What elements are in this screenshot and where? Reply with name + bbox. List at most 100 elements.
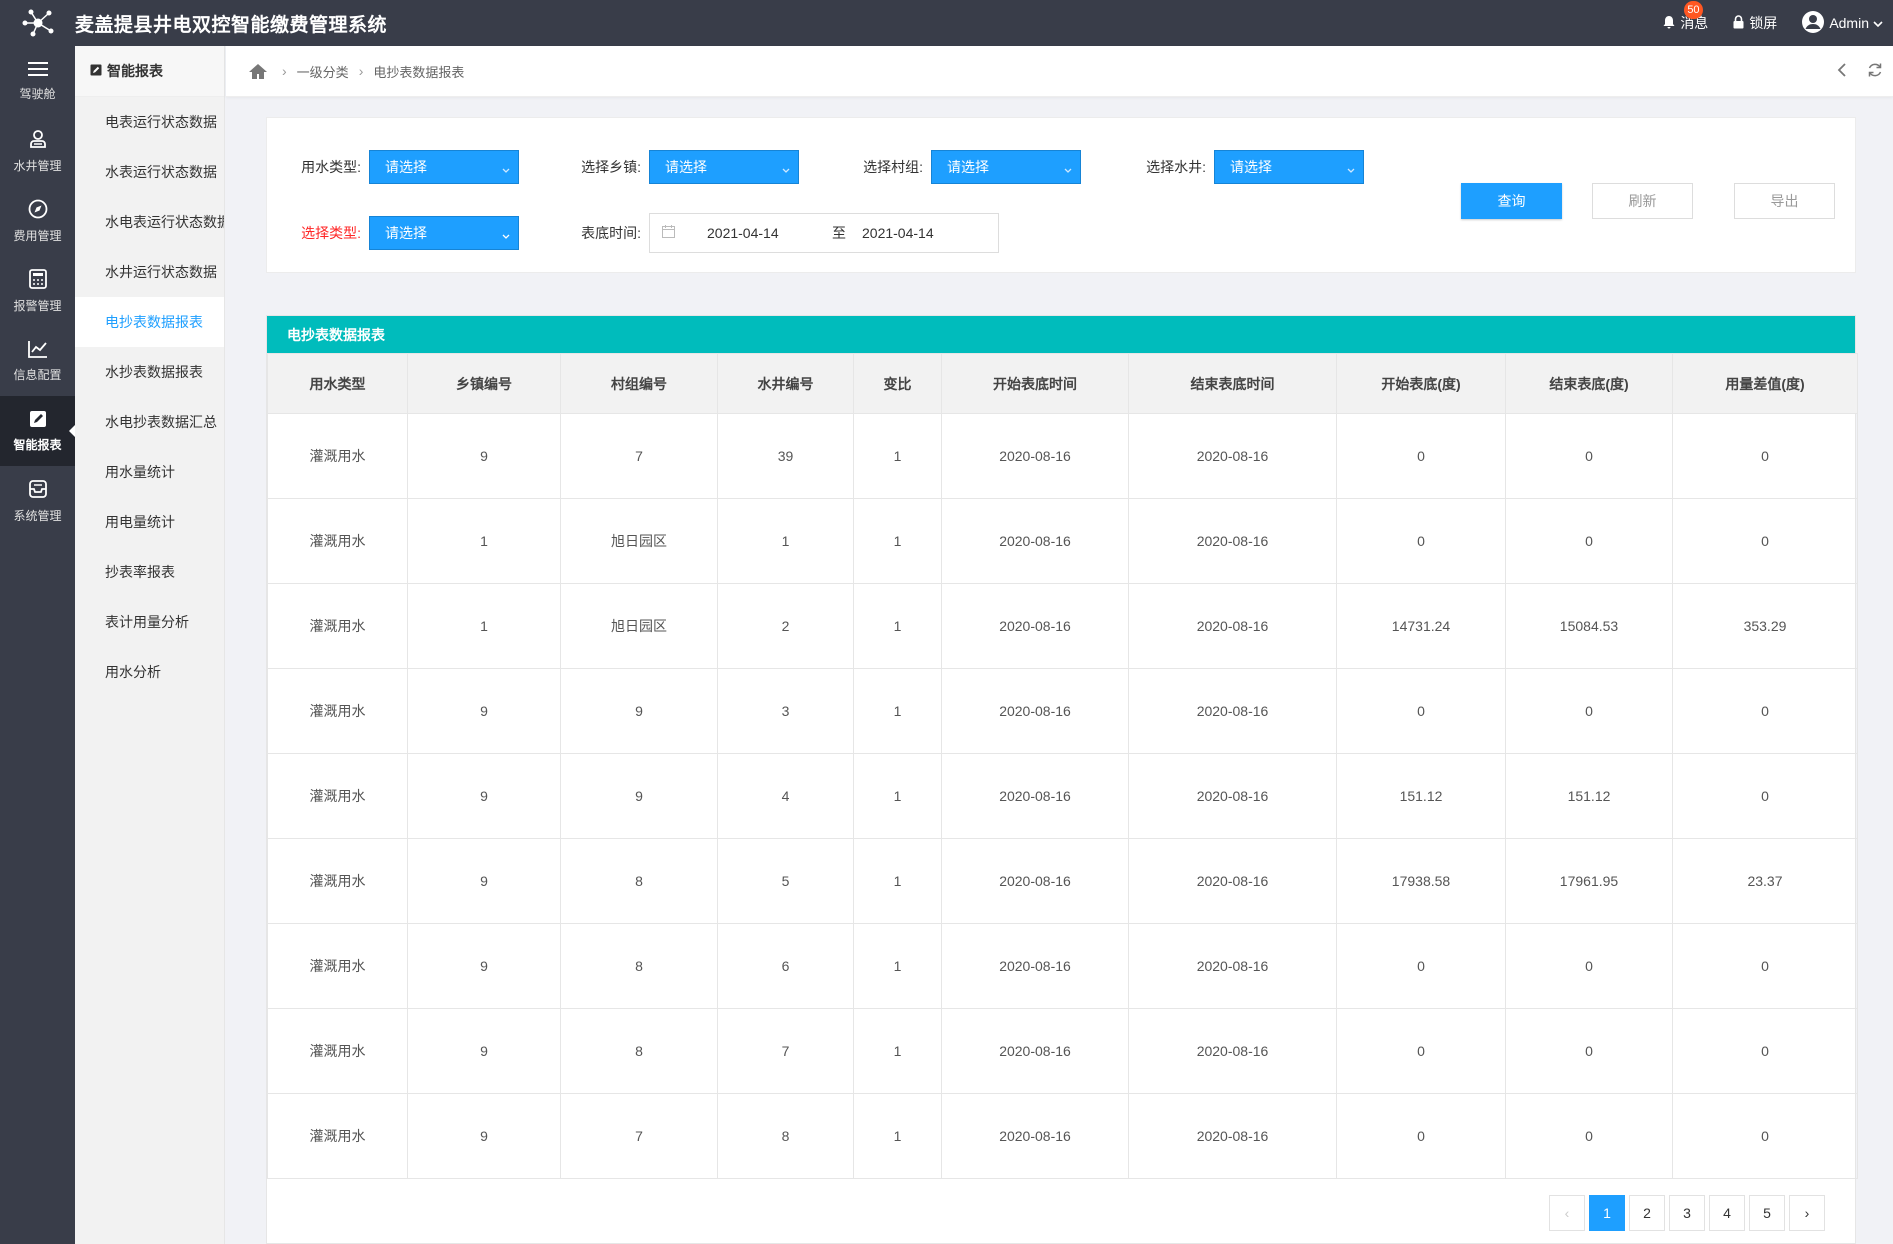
sub-nav-title: 智能报表	[107, 63, 163, 79]
village-label: 选择村组:	[863, 159, 923, 175]
table-cell: 9	[407, 668, 561, 754]
well-select[interactable]: 请选择	[1214, 150, 1364, 184]
table-cell: 1	[853, 753, 942, 839]
rail-label: 水井管理	[13, 158, 62, 173]
table-cell: 旭日园区	[560, 498, 718, 584]
water-type-select[interactable]: 请选择	[369, 150, 519, 184]
sub-nav-item[interactable]: 电表运行状态数据	[75, 97, 224, 147]
bell-icon	[1662, 15, 1676, 32]
lock-screen-button[interactable]: 锁屏	[1732, 13, 1777, 33]
table-cell: 0	[1672, 923, 1858, 1009]
village-select[interactable]: 请选择	[931, 150, 1081, 184]
table-cell: 353.29	[1672, 583, 1858, 669]
table-cell: 9	[560, 668, 718, 754]
table-cell: 0	[1505, 413, 1673, 499]
table-cell: 8	[560, 923, 718, 1009]
rail-label: 费用管理	[13, 228, 62, 243]
table-row[interactable]: 灌溉用水 9 8 5 1 2020-08-16 2020-08-16 17938.58 1796…	[267, 838, 1858, 924]
table-row[interactable]: 灌溉用水 9 9 4 1 2020-08-16 2020-08-16 151.12 151.12…	[267, 753, 1858, 839]
table-cell: 3	[717, 668, 854, 754]
table-cell: 1	[407, 498, 561, 584]
table-row[interactable]: 灌溉用水 9 8 7 1 2020-08-16 2020-08-16 0 0 0	[267, 1008, 1858, 1094]
table-cell: 1	[853, 668, 942, 754]
sub-nav-item[interactable]: 电抄表数据报表	[75, 297, 224, 347]
date-end[interactable]: 2021-04-14	[862, 225, 982, 241]
column-header: 乡镇编号	[407, 353, 561, 414]
date-range-input[interactable]: 2021-04-14 至 2021-04-14	[649, 213, 999, 253]
report-table: 用水类型 乡镇编号 村组编号 水井编号 变比 开始表底时间 结束表底时间 开始表底(度) 结束表…	[267, 353, 1858, 1179]
sub-nav-item[interactable]: 抄表率报表	[75, 547, 224, 597]
table-cell: 39	[717, 413, 854, 499]
table-cell: 0	[1672, 1093, 1858, 1179]
home-icon[interactable]	[248, 63, 272, 80]
breadcrumb-level-1[interactable]: 一级分类	[297, 62, 349, 81]
table-cell: 23.37	[1672, 838, 1858, 924]
next-page-button[interactable]: ›	[1789, 1195, 1825, 1231]
page-button[interactable]: 2	[1629, 1195, 1665, 1231]
table-cell: 2020-08-16	[1128, 1093, 1337, 1179]
table-cell: 2020-08-16	[941, 1008, 1129, 1094]
sub-nav-item[interactable]: 水表运行状态数据	[75, 147, 224, 197]
table-cell: 9	[407, 1093, 561, 1179]
user-menu[interactable]: Admin	[1801, 10, 1883, 37]
table-cell: 0	[1505, 1008, 1673, 1094]
select-type-select[interactable]: 请选择	[369, 216, 519, 250]
table-cell: 7	[717, 1008, 854, 1094]
column-header: 水井编号	[717, 353, 854, 414]
town-select[interactable]: 请选择	[649, 150, 799, 184]
sub-nav-item[interactable]: 水电表运行状态数据	[75, 197, 224, 247]
edit-icon	[29, 410, 47, 431]
rail-item-alarm-management[interactable]: 报警管理	[0, 256, 75, 326]
prev-page-button[interactable]: ‹	[1549, 1195, 1585, 1231]
sub-nav-item[interactable]: 水抄表数据报表	[75, 347, 224, 397]
chevron-down-icon	[1873, 15, 1883, 31]
table-row[interactable]: 灌溉用水 9 7 8 1 2020-08-16 2020-08-16 0 0 0	[267, 1093, 1858, 1179]
messages-button[interactable]: 消息 50	[1662, 1, 1708, 33]
chevron-left-icon[interactable]	[1837, 62, 1847, 80]
table-cell: 灌溉用水	[267, 1093, 408, 1179]
table-row[interactable]: 灌溉用水 1 旭日园区 1 1 2020-08-16 2020-08-16 0 0 0	[267, 498, 1858, 584]
rail-item-system-management[interactable]: 系统管理	[0, 466, 75, 536]
table-cell: 9	[407, 838, 561, 924]
table-row[interactable]: 灌溉用水 9 8 6 1 2020-08-16 2020-08-16 0 0 0	[267, 923, 1858, 1009]
sub-nav-item[interactable]: 用电量统计	[75, 497, 224, 547]
refresh-icon[interactable]	[1867, 62, 1883, 81]
table-cell: 0	[1672, 668, 1858, 754]
table-cell: 0	[1336, 413, 1506, 499]
refresh-button[interactable]: 刷新	[1592, 183, 1693, 219]
table-row[interactable]: 灌溉用水 9 7 39 1 2020-08-16 2020-08-16 0 0 0	[267, 413, 1858, 499]
rail-item-fee-management[interactable]: 费用管理	[0, 186, 75, 256]
table-cell: 2020-08-16	[941, 413, 1129, 499]
table-cell: 17961.95	[1505, 838, 1673, 924]
chevron-down-icon	[502, 227, 510, 243]
table-body: 灌溉用水 9 7 39 1 2020-08-16 2020-08-16 0 0 0 灌溉用水 1 旭日园…	[267, 413, 1858, 1179]
date-start[interactable]: 2021-04-14	[707, 225, 832, 241]
query-button[interactable]: 查询	[1461, 183, 1562, 219]
sub-nav-item[interactable]: 水电抄表数据汇总	[75, 397, 224, 447]
rail-item-well-management[interactable]: 水井管理	[0, 116, 75, 186]
table-cell: 灌溉用水	[267, 498, 408, 584]
page-button[interactable]: 1	[1589, 1195, 1625, 1231]
sub-nav-item[interactable]: 表计用量分析	[75, 597, 224, 647]
page-button[interactable]: 5	[1749, 1195, 1785, 1231]
table-cell: 2020-08-16	[941, 498, 1129, 584]
edit-icon	[90, 63, 102, 79]
rail-label: 报警管理	[13, 298, 62, 313]
table-cell: 4	[717, 753, 854, 839]
page-button[interactable]: 4	[1709, 1195, 1745, 1231]
sub-nav-item[interactable]: 水井运行状态数据	[75, 247, 224, 297]
well-icon	[28, 129, 48, 152]
table-row[interactable]: 灌溉用水 9 9 3 1 2020-08-16 2020-08-16 0 0 0	[267, 668, 1858, 754]
rail-item-smart-report[interactable]: 智能报表	[0, 396, 76, 466]
filter-panel: 用水类型: 请选择 选择乡镇: 请选择 选择村组: 请选择 选择水井: 请选择 …	[266, 117, 1856, 273]
date-label: 表底时间:	[581, 225, 641, 241]
sub-nav-item[interactable]: 用水分析	[75, 647, 224, 697]
network-logo-icon[interactable]	[0, 0, 75, 46]
table-row[interactable]: 灌溉用水 1 旭日园区 2 1 2020-08-16 2020-08-16 14731.24 1…	[267, 583, 1858, 669]
page-button[interactable]: 3	[1669, 1195, 1705, 1231]
table-cell: 6	[717, 923, 854, 1009]
rail-item-info-config[interactable]: 信息配置	[0, 326, 75, 396]
sub-nav-item[interactable]: 用水量统计	[75, 447, 224, 497]
export-button[interactable]: 导出	[1734, 183, 1835, 219]
rail-item-cockpit[interactable]: 驾驶舱	[0, 46, 75, 116]
